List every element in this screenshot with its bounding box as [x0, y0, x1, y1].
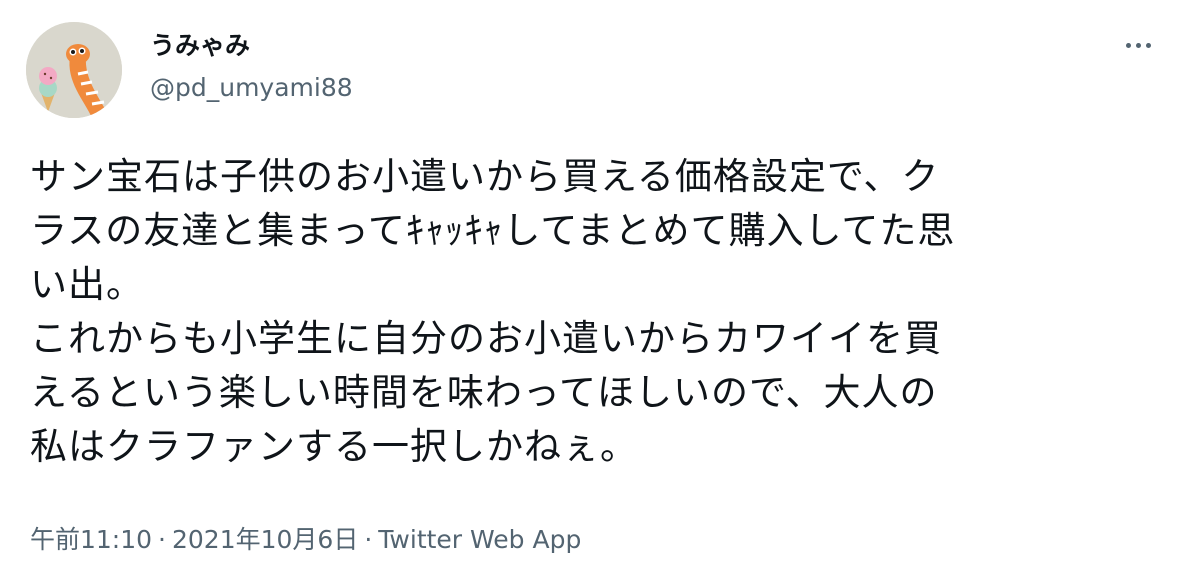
avatar-eel-icecream-icon — [26, 22, 122, 118]
tweet-source[interactable]: Twitter Web App — [378, 525, 581, 554]
tweet-metadata: 午前11:10 · 2021年10月6日 · Twitter Web App — [30, 520, 581, 560]
tweet-card: うみゃみ @pd_umyami88 サン宝石は子供のお小遣いから買える価格設定で… — [0, 0, 1184, 586]
dot — [1135, 42, 1141, 48]
tweet-time[interactable]: 午前11:10 — [30, 525, 152, 554]
display-name[interactable]: うみゃみ — [150, 30, 250, 62]
tweet-line: これからも小学生に自分のお小遣いからカワイイを買 — [30, 317, 942, 360]
tweet-date[interactable]: 2021年10月6日 — [172, 525, 358, 554]
tweet-line: サン宝石は子供のお小遣いから買える価格設定で、ク — [30, 155, 940, 198]
tweet-line: えるという楽しい時間を味わってほしいので、大人の — [30, 371, 938, 414]
dot — [1145, 42, 1151, 48]
avatar[interactable] — [26, 22, 122, 118]
tweet-line: ラスの友達と集まってｷｬｯｷｬしてまとめて購入してた思 — [30, 209, 956, 252]
separator: · — [364, 525, 373, 554]
more-options-icon[interactable] — [1118, 30, 1158, 60]
tweet-text: サン宝石は子供のお小遣いから買える価格設定で、ク ラスの友達と集まってｷｬｯｷｬ… — [30, 150, 1170, 474]
separator: · — [158, 525, 166, 554]
tweet-line: 私はクラファンする一択しかねぇ。 — [30, 425, 638, 468]
dot — [1125, 42, 1131, 48]
tweet-line: い出。 — [30, 263, 144, 306]
user-handle[interactable]: @pd_umyami88 — [150, 72, 353, 104]
